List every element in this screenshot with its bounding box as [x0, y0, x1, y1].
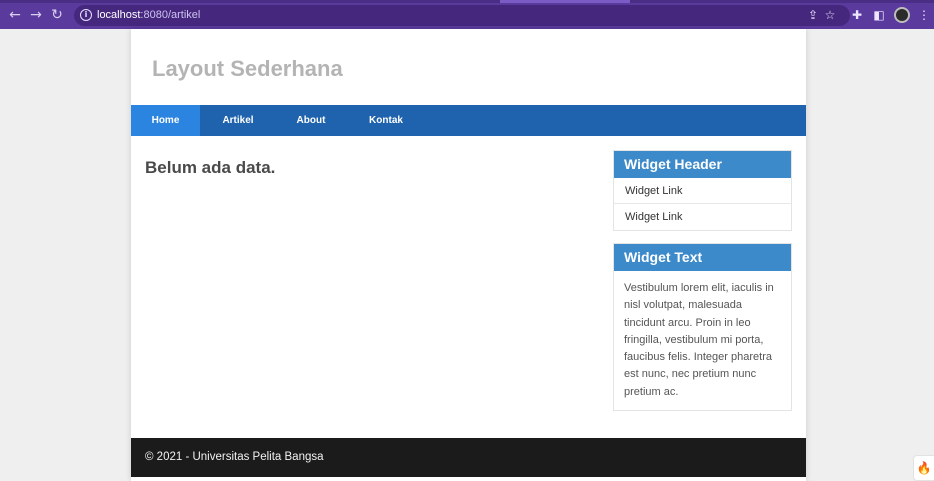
widget-text-body: Vestibulum lorem elit, iaculis in nisl v… — [624, 282, 774, 398]
footer-copyright: © 2021 - Universitas Pelita Bangsa — [145, 451, 324, 463]
nav-item-home[interactable]: Home — [131, 105, 200, 136]
tab-strip-edge — [0, 0, 934, 3]
footer: © 2021 - Universitas Pelita Bangsa — [131, 438, 806, 477]
nav-item-kontak[interactable]: Kontak — [346, 105, 426, 136]
share-icon[interactable]: ⇪ — [805, 7, 821, 23]
main-heading: Belum ada data. — [145, 158, 276, 177]
flame-icon[interactable]: 🔥 — [913, 455, 934, 481]
url-path: :8080/artikel — [140, 9, 201, 21]
side-panel-icon[interactable]: ◧ — [871, 7, 887, 23]
site-title: Layout Sederhana — [152, 56, 343, 81]
address-bar-url[interactable]: localhost:8080/artikel — [97, 9, 200, 22]
widget-link[interactable]: Widget Link — [614, 178, 791, 204]
forward-arrow-icon[interactable]: → — [27, 6, 45, 24]
profile-avatar[interactable] — [894, 7, 910, 23]
main-navbar: Home Artikel About Kontak — [131, 105, 806, 136]
extensions-icon[interactable]: ✚ — [849, 7, 865, 23]
widget-text: Widget Text Vestibulum lorem elit, iacul… — [613, 243, 792, 411]
back-arrow-icon[interactable]: ← — [6, 6, 24, 24]
url-host: localhost — [97, 9, 141, 21]
site-info-icon[interactable]: i — [80, 9, 92, 21]
widget-header-title: Widget Header — [614, 151, 791, 178]
widget-links: Widget Header Widget Link Widget Link — [613, 150, 792, 231]
bookmark-star-icon[interactable]: ☆ — [822, 7, 838, 23]
widget-link[interactable]: Widget Link — [614, 204, 791, 230]
active-tab-edge[interactable] — [500, 0, 630, 3]
widget-text-title: Widget Text — [614, 244, 791, 271]
menu-icon[interactable]: ⋮ — [916, 7, 932, 23]
nav-item-about[interactable]: About — [276, 105, 346, 136]
page-container: Layout Sederhana Home Artikel About Kont… — [131, 29, 806, 481]
reload-icon[interactable]: ↻ — [48, 6, 66, 24]
nav-item-artikel[interactable]: Artikel — [200, 105, 276, 136]
